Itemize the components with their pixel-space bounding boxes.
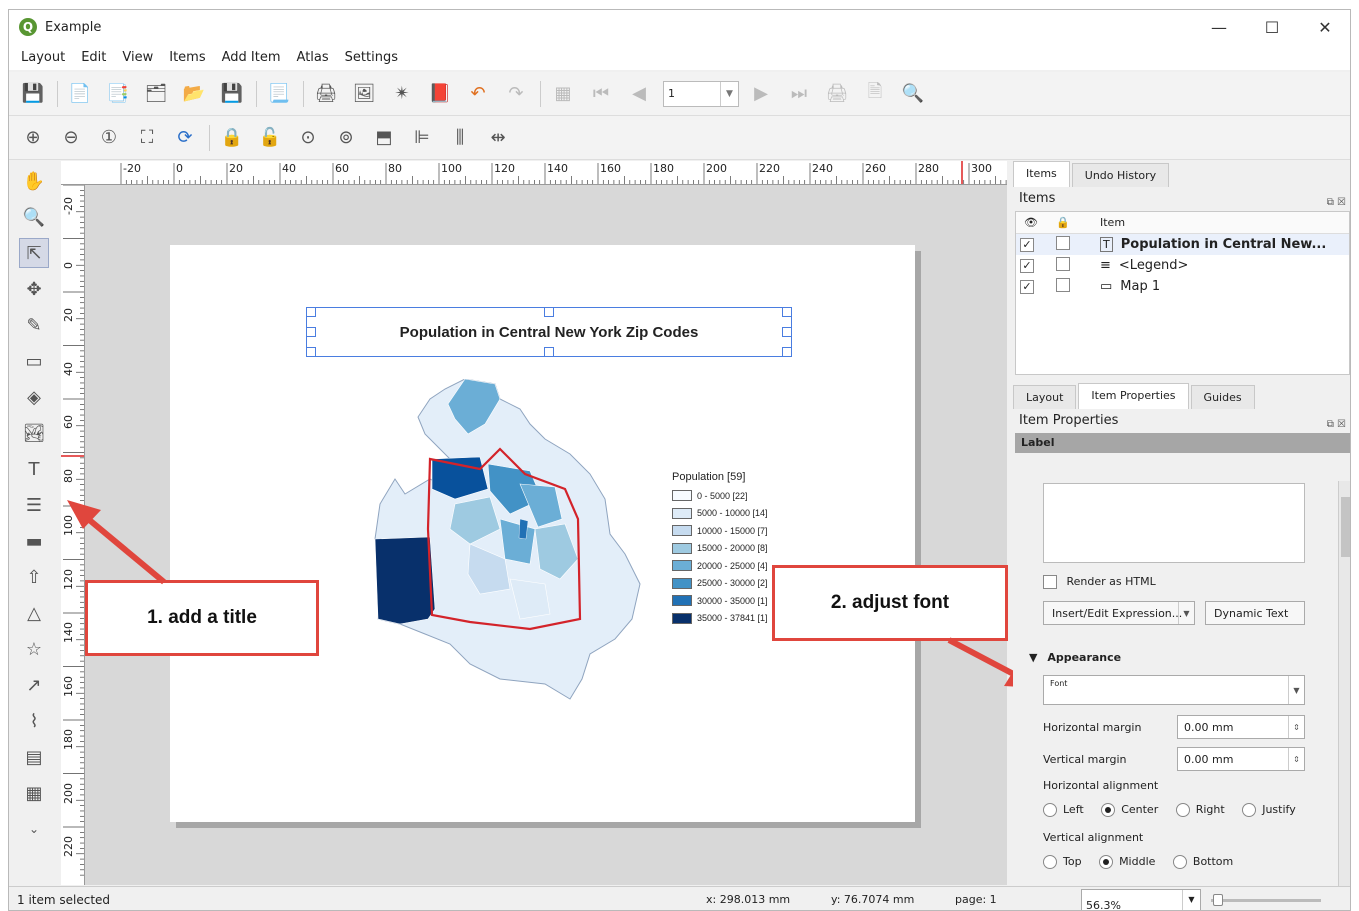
status-bar: 1 item selected x: 298.013 mm y: 76.7074… [9,886,1350,910]
chevron-down-icon: ▼ [1178,602,1194,624]
properties-scrollbar[interactable] [1338,481,1350,886]
vertical-margin-label: Vertical margin [1043,753,1127,766]
visibility-checkbox[interactable]: ✓ [1020,279,1034,294]
items-table-header: 👁 🔒 Item [1016,212,1349,234]
font-selector[interactable]: Font ▼ [1043,675,1305,705]
table-row[interactable]: ✓ ▭ Map 1 [1016,276,1349,297]
qgis-layout-window: Q Example — ☐ ✕ Layout Edit View Items A… [8,9,1351,911]
zoom-slider[interactable] [1211,894,1321,906]
items-tabbar: Items Undo History [1013,161,1350,187]
label-item-icon: T [1100,237,1113,252]
vertical-margin-spinbox[interactable]: 0.00 mm ⇕ [1177,747,1305,771]
render-html-row[interactable]: Render as HTML [1043,575,1156,589]
vertical-alignment-group: Top Middle Bottom [1043,855,1233,869]
horizontal-margin-spinbox[interactable]: 0.00 mm ⇕ [1177,715,1305,739]
align-center-option[interactable]: Center [1101,803,1158,817]
tab-items[interactable]: Items [1013,161,1070,187]
panel-float-close-icon[interactable]: ⧉ ☒ [1327,413,1346,437]
valign-middle-option[interactable]: Middle [1099,855,1155,869]
lock-checkbox[interactable] [1056,256,1070,271]
zoom-combobox[interactable]: 56.3% ▼ [1081,889,1201,910]
chevron-down-icon: ▼ [1182,890,1200,910]
horizontal-margin-label: Horizontal margin [1043,721,1142,734]
spin-arrows-icon[interactable]: ⇕ [1288,716,1304,738]
lock-checkbox[interactable] [1056,277,1070,292]
items-panel-header: Items ⧉ ☒ [1013,187,1350,211]
visibility-checkbox[interactable]: ✓ [1020,258,1034,273]
lock-checkbox[interactable] [1056,235,1070,250]
dynamic-text-button[interactable]: Dynamic Text [1205,601,1305,625]
insert-expression-button[interactable]: Insert/Edit Expression... ▼ [1043,601,1195,625]
align-right-option[interactable]: Right [1175,803,1225,817]
valign-top-option[interactable]: Top [1043,855,1082,869]
item-name: <Legend> [1118,258,1189,273]
spin-arrows-icon[interactable]: ⇕ [1288,748,1304,770]
eye-icon: 👁 [1024,216,1038,229]
align-justify-option[interactable]: Justify [1242,803,1296,817]
cursor-y-readout: y: 76.7074 mm [831,893,915,906]
label-text-area[interactable] [1043,483,1305,563]
collapse-triangle-icon: ▼ [1029,651,1038,664]
legend-item-icon: ≡ [1100,258,1111,273]
horizontal-alignment-label: Horizontal alignment [1043,779,1159,792]
properties-tabbar: Layout Item Properties Guides [1013,383,1350,409]
vertical-alignment-label: Vertical alignment [1043,831,1144,844]
table-row[interactable]: ✓ T Population in Central New... [1016,234,1349,255]
zoom-slider-handle[interactable] [1213,894,1223,906]
label-section-header: Label [1015,433,1350,453]
tab-item-properties[interactable]: Item Properties [1078,383,1189,409]
tab-undo-history[interactable]: Undo History [1071,163,1170,187]
appearance-group-header[interactable]: ▼ Appearance [1029,651,1121,664]
item-name: Population in Central New... [1120,237,1327,252]
render-html-checkbox[interactable] [1043,575,1057,589]
chevron-down-icon: ▼ [1288,676,1304,704]
table-row[interactable]: ✓ ≡ <Legend> [1016,255,1349,276]
scrollbar-thumb[interactable] [1341,497,1350,557]
lock-icon: 🔒 [1056,216,1070,229]
visibility-checkbox[interactable]: ✓ [1020,237,1034,252]
item-column-header: Item [1100,216,1126,229]
page-readout: page: 1 [955,893,997,906]
map-item-icon: ▭ [1100,279,1113,294]
valign-bottom-option[interactable]: Bottom [1172,855,1233,869]
items-table: 👁 🔒 Item ✓ T Population in Central New..… [1015,211,1350,375]
label-properties: Render as HTML Insert/Edit Expression...… [1015,481,1335,886]
cursor-x-readout: x: 298.013 mm [706,893,791,906]
tab-layout[interactable]: Layout [1013,385,1077,409]
right-panel: Items Undo History Items ⧉ ☒ 👁 🔒 Item ✓ … [1013,161,1350,886]
horizontal-alignment-group: Left Center Right Justify [1043,803,1296,817]
align-left-option[interactable]: Left [1043,803,1084,817]
panel-float-close-icon[interactable]: ⧉ ☒ [1327,191,1346,215]
tab-guides[interactable]: Guides [1190,385,1255,409]
item-properties-header: Item Properties ⧉ ☒ [1013,409,1350,433]
selection-status: 1 item selected [17,893,111,907]
item-name: Map 1 [1120,279,1161,294]
